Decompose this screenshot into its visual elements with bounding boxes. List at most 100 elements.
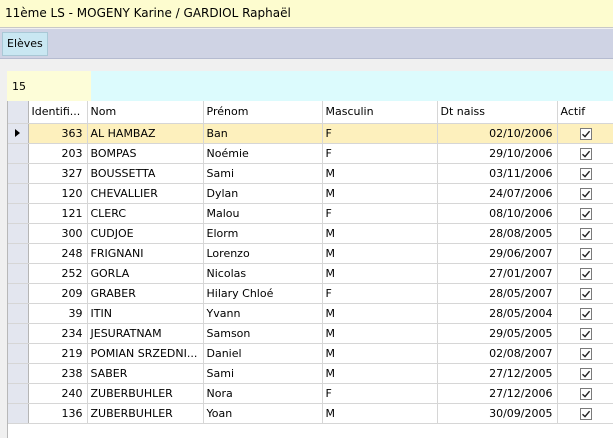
table-row[interactable]: 209 GRABER Hilary Chloé F 28/05/2007: [8, 283, 613, 304]
cell-nom[interactable]: GORLA: [87, 263, 204, 284]
actif-checkbox[interactable]: [579, 187, 592, 200]
cell-masculin[interactable]: M: [322, 323, 438, 344]
actif-checkbox[interactable]: [579, 227, 592, 240]
row-selector[interactable]: [8, 363, 29, 384]
cell-nom[interactable]: SABER: [87, 363, 204, 384]
cell-masculin[interactable]: F: [322, 203, 438, 224]
table-row[interactable]: 327 BOUSSETTA Sami M 03/11/2006: [8, 163, 613, 184]
row-selector[interactable]: [8, 163, 29, 184]
table-row[interactable]: 219 POMIAN SRZEDNI... Daniel M 02/08/2007: [8, 343, 613, 364]
actif-checkbox[interactable]: [579, 367, 592, 380]
row-selector[interactable]: [8, 343, 29, 364]
cell-id[interactable]: 240: [28, 383, 88, 404]
actif-checkbox[interactable]: [579, 287, 592, 300]
cell-dt-naiss[interactable]: 28/08/2005: [437, 223, 558, 244]
cell-dt-naiss[interactable]: 28/05/2004: [437, 303, 558, 324]
actif-checkbox[interactable]: [579, 147, 592, 160]
cell-masculin[interactable]: F: [322, 123, 438, 144]
cell-masculin[interactable]: F: [322, 143, 438, 164]
cell-prenom[interactable]: Hilary Chloé: [203, 283, 323, 304]
row-selector[interactable]: [8, 303, 29, 324]
cell-nom[interactable]: CLERC: [87, 203, 204, 224]
cell-nom[interactable]: POMIAN SRZEDNI...: [87, 343, 204, 364]
cell-dt-naiss[interactable]: 29/06/2007: [437, 243, 558, 264]
table-row[interactable]: 252 GORLA Nicolas M 27/01/2007: [8, 263, 613, 284]
table-row[interactable]: 248 FRIGNANI Lorenzo M 29/06/2007: [8, 243, 613, 264]
cell-nom[interactable]: AL HAMBAZ: [87, 123, 204, 144]
cell-dt-naiss[interactable]: 27/12/2005: [437, 363, 558, 384]
cell-prenom[interactable]: Samson: [203, 323, 323, 344]
cell-id[interactable]: 209: [28, 283, 88, 304]
row-selector[interactable]: [8, 143, 29, 164]
cell-dt-naiss[interactable]: 30/09/2005: [437, 403, 558, 424]
tab-eleves[interactable]: Elèves: [2, 32, 48, 56]
cell-id[interactable]: 252: [28, 263, 88, 284]
table-row[interactable]: 121 CLERC Malou F 08/10/2006: [8, 203, 613, 224]
row-selector[interactable]: [8, 263, 29, 284]
actif-checkbox[interactable]: [579, 247, 592, 260]
table-row[interactable]: 120 CHEVALLIER Dylan M 24/07/2006: [8, 183, 613, 204]
column-header-nom[interactable]: Nom: [87, 101, 204, 124]
cell-id[interactable]: 248: [28, 243, 88, 264]
cell-masculin[interactable]: F: [322, 283, 438, 304]
row-selector[interactable]: [8, 203, 29, 224]
table-row[interactable]: 240 ZUBERBUHLER Nora F 27/12/2006: [8, 383, 613, 404]
table-row[interactable]: 234 JESURATNAM Samson M 29/05/2005: [8, 323, 613, 344]
cell-dt-naiss[interactable]: 02/08/2007: [437, 343, 558, 364]
cell-masculin[interactable]: M: [322, 343, 438, 364]
table-row[interactable]: 300 CUDJOE Elorm M 28/08/2005: [8, 223, 613, 244]
cell-prenom[interactable]: Ban: [203, 123, 323, 144]
cell-id[interactable]: 203: [28, 143, 88, 164]
cell-masculin[interactable]: M: [322, 303, 438, 324]
cell-nom[interactable]: ITIN: [87, 303, 204, 324]
cell-id[interactable]: 238: [28, 363, 88, 384]
cell-dt-naiss[interactable]: 27/01/2007: [437, 263, 558, 284]
cell-id[interactable]: 121: [28, 203, 88, 224]
row-selector[interactable]: [8, 283, 29, 304]
row-selector[interactable]: [8, 123, 29, 144]
cell-prenom[interactable]: Yvann: [203, 303, 323, 324]
cell-prenom[interactable]: Daniel: [203, 343, 323, 364]
cell-masculin[interactable]: M: [322, 223, 438, 244]
cell-dt-naiss[interactable]: 29/05/2005: [437, 323, 558, 344]
cell-id[interactable]: 234: [28, 323, 88, 344]
table-row[interactable]: 203 BOMPAS Noémie F 29/10/2006: [8, 143, 613, 164]
column-header-actif[interactable]: Actif: [557, 101, 613, 124]
row-selector[interactable]: [8, 243, 29, 264]
cell-masculin[interactable]: M: [322, 403, 438, 424]
cell-dt-naiss[interactable]: 08/10/2006: [437, 203, 558, 224]
row-selector[interactable]: [8, 383, 29, 404]
cell-id[interactable]: 219: [28, 343, 88, 364]
cell-prenom[interactable]: Malou: [203, 203, 323, 224]
cell-masculin[interactable]: M: [322, 263, 438, 284]
actif-checkbox[interactable]: [579, 387, 592, 400]
cell-id[interactable]: 363: [28, 123, 88, 144]
row-selector[interactable]: [8, 183, 29, 204]
cell-prenom[interactable]: Elorm: [203, 223, 323, 244]
cell-nom[interactable]: CHEVALLIER: [87, 183, 204, 204]
cell-prenom[interactable]: Sami: [203, 163, 323, 184]
cell-prenom[interactable]: Dylan: [203, 183, 323, 204]
table-row[interactable]: 238 SABER Sami M 27/12/2005: [8, 363, 613, 384]
table-row[interactable]: 363 AL HAMBAZ Ban F 02/10/2006: [8, 123, 613, 144]
cell-nom[interactable]: CUDJOE: [87, 223, 204, 244]
row-selector[interactable]: [8, 403, 29, 424]
row-selector[interactable]: [8, 323, 29, 344]
count-field[interactable]: [7, 71, 91, 101]
row-selector[interactable]: [8, 223, 29, 244]
table-row[interactable]: 136 ZUBERBUHLER Yoan M 30/09/2005: [8, 403, 613, 424]
column-header-prenom[interactable]: Prénom: [203, 101, 323, 124]
cell-masculin[interactable]: M: [322, 363, 438, 384]
cell-dt-naiss[interactable]: 02/10/2006: [437, 123, 558, 144]
cell-masculin[interactable]: M: [322, 183, 438, 204]
actif-checkbox[interactable]: [579, 327, 592, 340]
actif-checkbox[interactable]: [579, 307, 592, 320]
cell-nom[interactable]: BOMPAS: [87, 143, 204, 164]
actif-checkbox[interactable]: [579, 127, 592, 140]
cell-masculin[interactable]: F: [322, 383, 438, 404]
actif-checkbox[interactable]: [579, 407, 592, 420]
cell-prenom[interactable]: Lorenzo: [203, 243, 323, 264]
cell-id[interactable]: 327: [28, 163, 88, 184]
cell-masculin[interactable]: M: [322, 163, 438, 184]
column-header-masculin[interactable]: Masculin: [322, 101, 438, 124]
